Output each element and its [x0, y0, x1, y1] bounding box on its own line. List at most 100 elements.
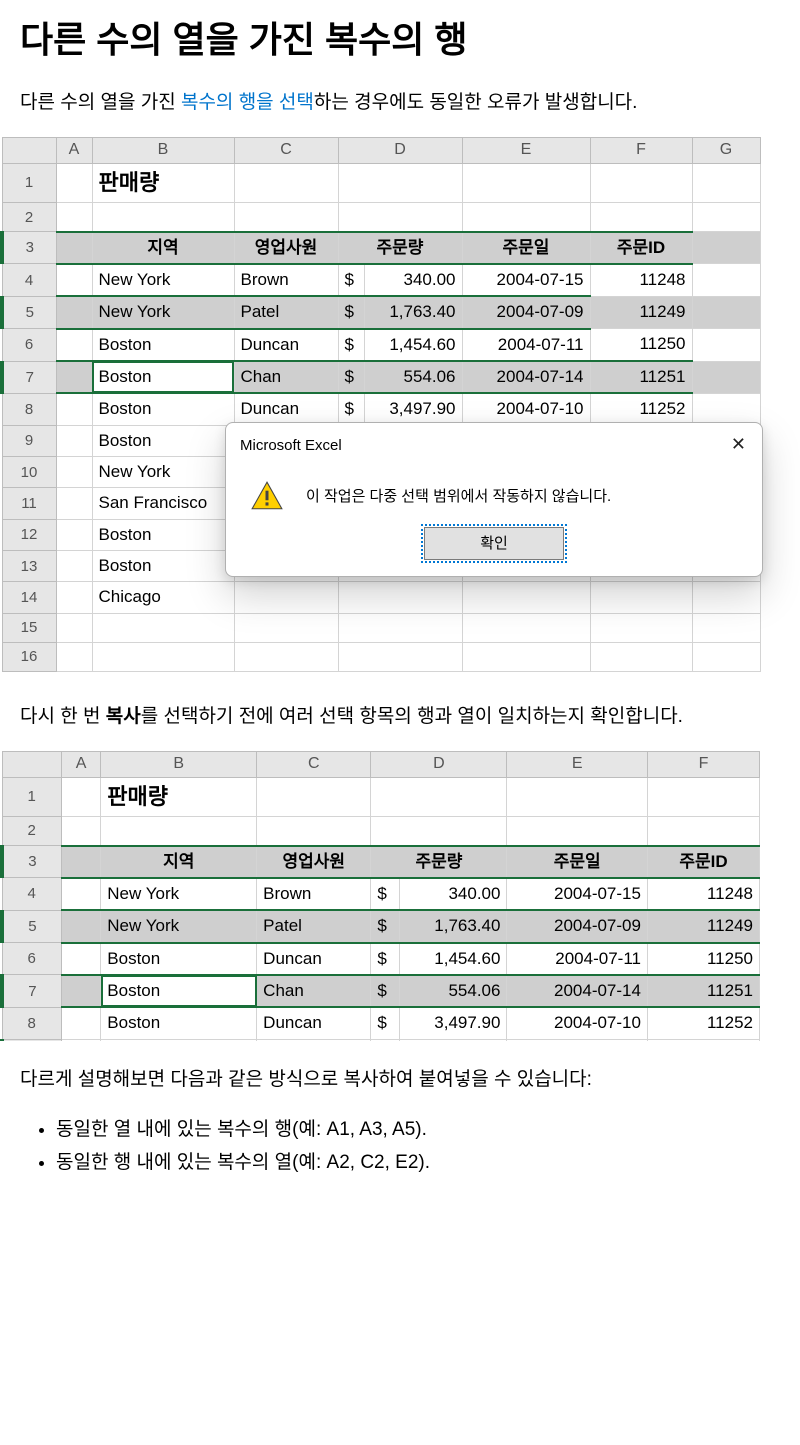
active-cell-B7[interactable]: Boston	[92, 361, 234, 393]
cell-region[interactable]: San Francisco	[92, 488, 234, 519]
cell-region[interactable]: Boston	[92, 393, 234, 425]
rownum-5[interactable]: 5	[2, 910, 61, 942]
colhead-D[interactable]: D	[338, 138, 462, 164]
rownum-4[interactable]: 4	[2, 878, 61, 910]
cell-region[interactable]: Chicago	[92, 582, 234, 613]
colhead-F[interactable]: F	[647, 752, 759, 778]
rownum-16[interactable]: 16	[2, 642, 56, 671]
rownum-4[interactable]: 4	[2, 264, 56, 296]
colhead-D[interactable]: D	[371, 752, 507, 778]
cell-amt[interactable]: 1,454.60	[399, 943, 507, 975]
cell-rep[interactable]: Duncan	[234, 329, 338, 361]
rownum-10[interactable]: 10	[2, 457, 56, 488]
rownum-3[interactable]: 3	[2, 232, 56, 264]
active-cell-B7[interactable]: Boston	[101, 975, 257, 1007]
cell-cur[interactable]: $	[338, 264, 364, 296]
cell-date[interactable]: 2004-07-11	[462, 329, 590, 361]
rownum-7[interactable]: 7	[2, 975, 61, 1007]
colhead-B[interactable]: B	[101, 752, 257, 778]
rownum-7[interactable]: 7	[2, 361, 56, 393]
rownum-9[interactable]: 9	[2, 425, 56, 456]
cell-amt[interactable]: 1,763.40	[399, 910, 507, 942]
rownum-5[interactable]: 5	[2, 296, 56, 328]
cell-cur[interactable]: $	[338, 329, 364, 361]
cell-id[interactable]: 11252	[647, 1007, 759, 1039]
cell-amt[interactable]: 1,454.60	[364, 329, 462, 361]
cell-date[interactable]: 2004-07-10	[507, 1007, 648, 1039]
cell-id[interactable]: 11249	[647, 910, 759, 942]
rownum-12[interactable]: 12	[2, 519, 56, 550]
rownum-6[interactable]: 6	[2, 943, 61, 975]
cell-id[interactable]: 11251	[647, 975, 759, 1007]
cell-region[interactable]: Boston	[101, 1007, 257, 1039]
cell-date[interactable]: 2004-07-10	[462, 393, 590, 425]
colhead-B[interactable]: B	[92, 138, 234, 164]
cell-cur[interactable]: $	[338, 393, 364, 425]
cell-cur[interactable]: $	[371, 910, 400, 942]
cell-region[interactable]: New York	[92, 264, 234, 296]
colhead-E[interactable]: E	[507, 752, 648, 778]
select-rows-link[interactable]: 복수의 행을 선택	[181, 92, 314, 113]
colhead-C[interactable]: C	[257, 752, 371, 778]
cell-id[interactable]: 11250	[590, 329, 692, 361]
rownum-2[interactable]: 2	[2, 817, 61, 846]
cell-cur[interactable]: $	[371, 1039, 400, 1041]
cell-rep[interactable]: Patel	[234, 296, 338, 328]
cell-region[interactable]: Boston	[101, 943, 257, 975]
colhead-G[interactable]: G	[692, 138, 760, 164]
cell-id[interactable]: 11249	[590, 296, 692, 328]
cell-cur[interactable]: $	[371, 1007, 400, 1039]
cell-amt[interactable]: 554.06	[364, 361, 462, 393]
cell-rep[interactable]: Brown	[234, 264, 338, 296]
rownum-14[interactable]: 14	[2, 582, 56, 613]
rownum-15[interactable]: 15	[2, 613, 56, 642]
cell-date[interactable]: 2004-07-15	[507, 1039, 648, 1041]
cell-cur[interactable]: $	[371, 975, 400, 1007]
cell-region[interactable]: Boston	[92, 519, 234, 550]
cell-region[interactable]: Boston	[101, 1039, 257, 1041]
cell-id[interactable]: 11250	[647, 943, 759, 975]
cell-region[interactable]: New York	[101, 878, 257, 910]
cell-rep[interactable]: Duncan	[234, 393, 338, 425]
rownum-3[interactable]: 3	[2, 846, 61, 878]
close-icon[interactable]: ✕	[725, 431, 752, 459]
rownum-8[interactable]: 8	[2, 393, 56, 425]
cell-rep[interactable]: Duncan	[257, 943, 371, 975]
cell-cur[interactable]: $	[338, 296, 364, 328]
cell-date[interactable]: 2004-07-15	[507, 878, 648, 910]
cell-id[interactable]: 11248	[647, 878, 759, 910]
cell-rep[interactable]: Chan	[234, 361, 338, 393]
rownum-6[interactable]: 6	[2, 329, 56, 361]
cell-rep[interactable]: Duncan	[257, 1007, 371, 1039]
cell-id[interactable]: 11252	[590, 393, 692, 425]
rownum-13[interactable]: 13	[2, 551, 56, 582]
colhead-E[interactable]: E	[462, 138, 590, 164]
cell-amt[interactable]: 1,763.40	[364, 296, 462, 328]
cell-id[interactable]: 11253	[647, 1039, 759, 1041]
rownum-8[interactable]: 8	[2, 1007, 61, 1039]
cell-cur[interactable]: $	[371, 878, 400, 910]
cell-region[interactable]: New York	[92, 457, 234, 488]
colhead-C[interactable]: C	[234, 138, 338, 164]
cell-rep[interactable]: Chan	[257, 975, 371, 1007]
colhead-A[interactable]: A	[61, 752, 101, 778]
rownum-9[interactable]: 9	[2, 1039, 61, 1041]
cell-date[interactable]: 2004-07-09	[462, 296, 590, 328]
cell-rep[interactable]: Patel	[257, 910, 371, 942]
rownum-1[interactable]: 1	[2, 164, 56, 203]
cell-id[interactable]: 11248	[590, 264, 692, 296]
colhead-A[interactable]: A	[56, 138, 92, 164]
cell-rep[interactable]: Brown	[257, 878, 371, 910]
cell-region[interactable]: New York	[101, 910, 257, 942]
rownum-11[interactable]: 11	[2, 488, 56, 519]
cell-cur[interactable]: $	[371, 943, 400, 975]
cell-date[interactable]: 2004-07-09	[507, 910, 648, 942]
cell-region[interactable]: Boston	[92, 329, 234, 361]
cell-amt[interactable]: 1,344.80	[399, 1039, 507, 1041]
cell-amt[interactable]: 340.00	[364, 264, 462, 296]
rownum-1[interactable]: 1	[2, 777, 61, 816]
cell-region[interactable]: New York	[92, 296, 234, 328]
cell-amt[interactable]: 3,497.90	[364, 393, 462, 425]
cell-amt[interactable]: 554.06	[399, 975, 507, 1007]
ok-button[interactable]: 확인	[424, 527, 564, 560]
